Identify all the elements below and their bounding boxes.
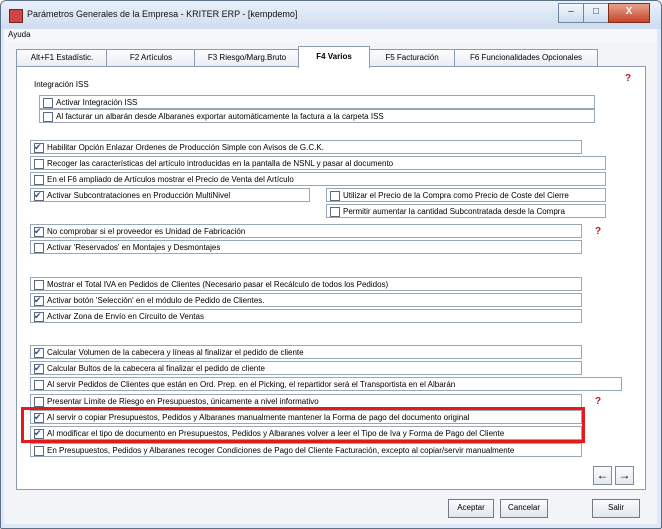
checkbox[interactable] [34,362,44,374]
checkbox[interactable] [34,380,44,390]
option-activar-zona-envio[interactable]: Activar Zona de Envío en Circuito de Ven… [30,309,582,323]
minimize-button[interactable]: – [558,3,584,23]
tab-varios[interactable]: F4 Varios [298,46,370,68]
checkbox[interactable] [330,191,340,201]
option-label: Calcular Volumen de la cabecera y líneas… [47,348,304,357]
checkbox[interactable] [330,207,340,217]
option-label: Habilitar Opción Enlazar Ordenes de Prod… [47,143,324,152]
option-presentar-limite-riesgo[interactable]: Presentar Límite de Riesgo en Presupuest… [30,394,582,408]
checkbox[interactable] [34,243,44,253]
option-calcular-volumen[interactable]: Calcular Volumen de la cabecera y líneas… [30,345,582,359]
option-utilizar-precio-compra[interactable]: Utilizar el Precio de la Compra como Pre… [326,188,606,202]
help-icon[interactable]: ? [623,74,633,84]
tab-facturacion[interactable]: F5 Facturación [368,49,456,67]
option-activar-integracion-iss[interactable]: Activar Integración ISS [39,95,595,109]
option-label: Activar botón 'Selección' en el módulo d… [47,296,265,305]
accept-button[interactable]: Aceptar [448,499,494,518]
option-label: No comprobar si el proveedor es Unidad d… [47,227,246,236]
main-window: Parámetros Generales de la Empresa - KRI… [0,0,662,529]
help-icon[interactable]: ? [593,397,603,407]
tab-funcionalidades-opcionales[interactable]: F6 Funcionalidades Opcionales [454,49,598,67]
option-label: Mostrar el Total IVA en Pedidos de Clien… [47,280,389,289]
option-label: Presentar Límite de Riesgo en Presupuest… [47,397,319,406]
menu-ayuda[interactable]: Ayuda [8,30,31,39]
option-label: Al facturar un albarán desde Albaranes e… [56,112,384,121]
option-label: Permitir aumentar la cantidad Subcontrat… [343,207,565,216]
highlight-annotation [21,407,585,443]
checkbox[interactable] [34,294,44,306]
option-activar-boton-seleccion[interactable]: Activar botón 'Selección' en el módulo d… [30,293,582,307]
checkbox[interactable] [34,141,44,153]
app-icon [9,9,23,23]
checkbox[interactable] [34,189,44,201]
next-arrow-button[interactable]: → [615,466,634,485]
title-bar: Parámetros Generales de la Empresa - KRI… [1,1,661,29]
option-label: Al servir Pedidos de Clientes que están … [47,380,456,389]
option-label: Utilizar el Precio de la Compra como Pre… [343,191,569,200]
checkbox[interactable] [34,159,44,169]
option-label: En Presupuestos, Pedidos y Albaranes rec… [47,446,515,455]
checkbox[interactable] [34,346,44,358]
option-label: Activar 'Reservados' en Montajes y Desmo… [47,243,221,252]
option-condiciones-pago-cliente[interactable]: En Presupuestos, Pedidos y Albaranes rec… [30,443,582,457]
option-calcular-bultos[interactable]: Calcular Bultos de la cabecera al finali… [30,361,582,375]
tab-estadistic[interactable]: Alt+F1 Estadístic. [16,49,108,67]
option-mostrar-total-iva[interactable]: Mostrar el Total IVA en Pedidos de Clien… [30,277,582,291]
maximize-button[interactable]: □ [583,3,609,23]
exit-button[interactable]: Salir [592,499,640,518]
checkbox[interactable] [34,225,44,237]
option-habilitar-enlazar-ordenes[interactable]: Habilitar Opción Enlazar Ordenes de Prod… [30,140,582,154]
checkbox[interactable] [34,280,44,290]
window-title: Parámetros Generales de la Empresa - KRI… [27,9,298,19]
tab-articulos[interactable]: F2 Artículos [106,49,196,67]
close-window-button[interactable]: X [608,3,650,23]
checkbox[interactable] [34,446,44,456]
checkbox[interactable] [43,112,53,122]
option-mostrar-precio-venta[interactable]: En el F6 ampliado de Artículos mostrar e… [30,172,606,186]
checkbox[interactable] [34,310,44,322]
option-label: Calcular Bultos de la cabecera al finali… [47,364,265,373]
group-title-integracion-iss: Integración ISS [34,80,89,89]
option-label: Recoger las características del artículo… [47,159,394,168]
option-label: Activar Zona de Envío en Circuito de Ven… [47,312,204,321]
option-permitir-aumentar-cantidad[interactable]: Permitir aumentar la cantidad Subcontrat… [326,204,606,218]
option-servir-pedidos-picking[interactable]: Al servir Pedidos de Clientes que están … [30,377,622,391]
menu-bar: Ayuda [4,29,657,43]
tab-riesgo-marg-bruto[interactable]: F3 Riesgo/Marg.Bruto [194,49,300,67]
option-activar-reservados[interactable]: Activar 'Reservados' en Montajes y Desmo… [30,240,582,254]
option-label: En el F6 ampliado de Artículos mostrar e… [47,175,294,184]
option-label: Activar Integración ISS [56,98,138,107]
checkbox[interactable] [34,175,44,185]
help-icon[interactable]: ? [593,227,603,237]
option-recoger-caracteristicas-nsnl[interactable]: Recoger las características del artículo… [30,156,606,170]
option-label: Activar Subcontrataciones en Producción … [47,191,231,200]
option-activar-subcontrataciones[interactable]: Activar Subcontrataciones en Producción … [30,188,310,202]
prev-arrow-button[interactable]: ← [593,466,612,485]
option-facturar-albaran-iss[interactable]: Al facturar un albarán desde Albaranes e… [39,109,595,123]
checkbox[interactable] [43,98,53,108]
cancel-button[interactable]: Cancelar [500,499,548,518]
dialog-body: Alt+F1 Estadístic. F2 Artículos F3 Riesg… [4,42,657,524]
option-no-comprobar-proveedor[interactable]: No comprobar si el proveedor es Unidad d… [30,224,582,238]
checkbox[interactable] [34,397,44,407]
